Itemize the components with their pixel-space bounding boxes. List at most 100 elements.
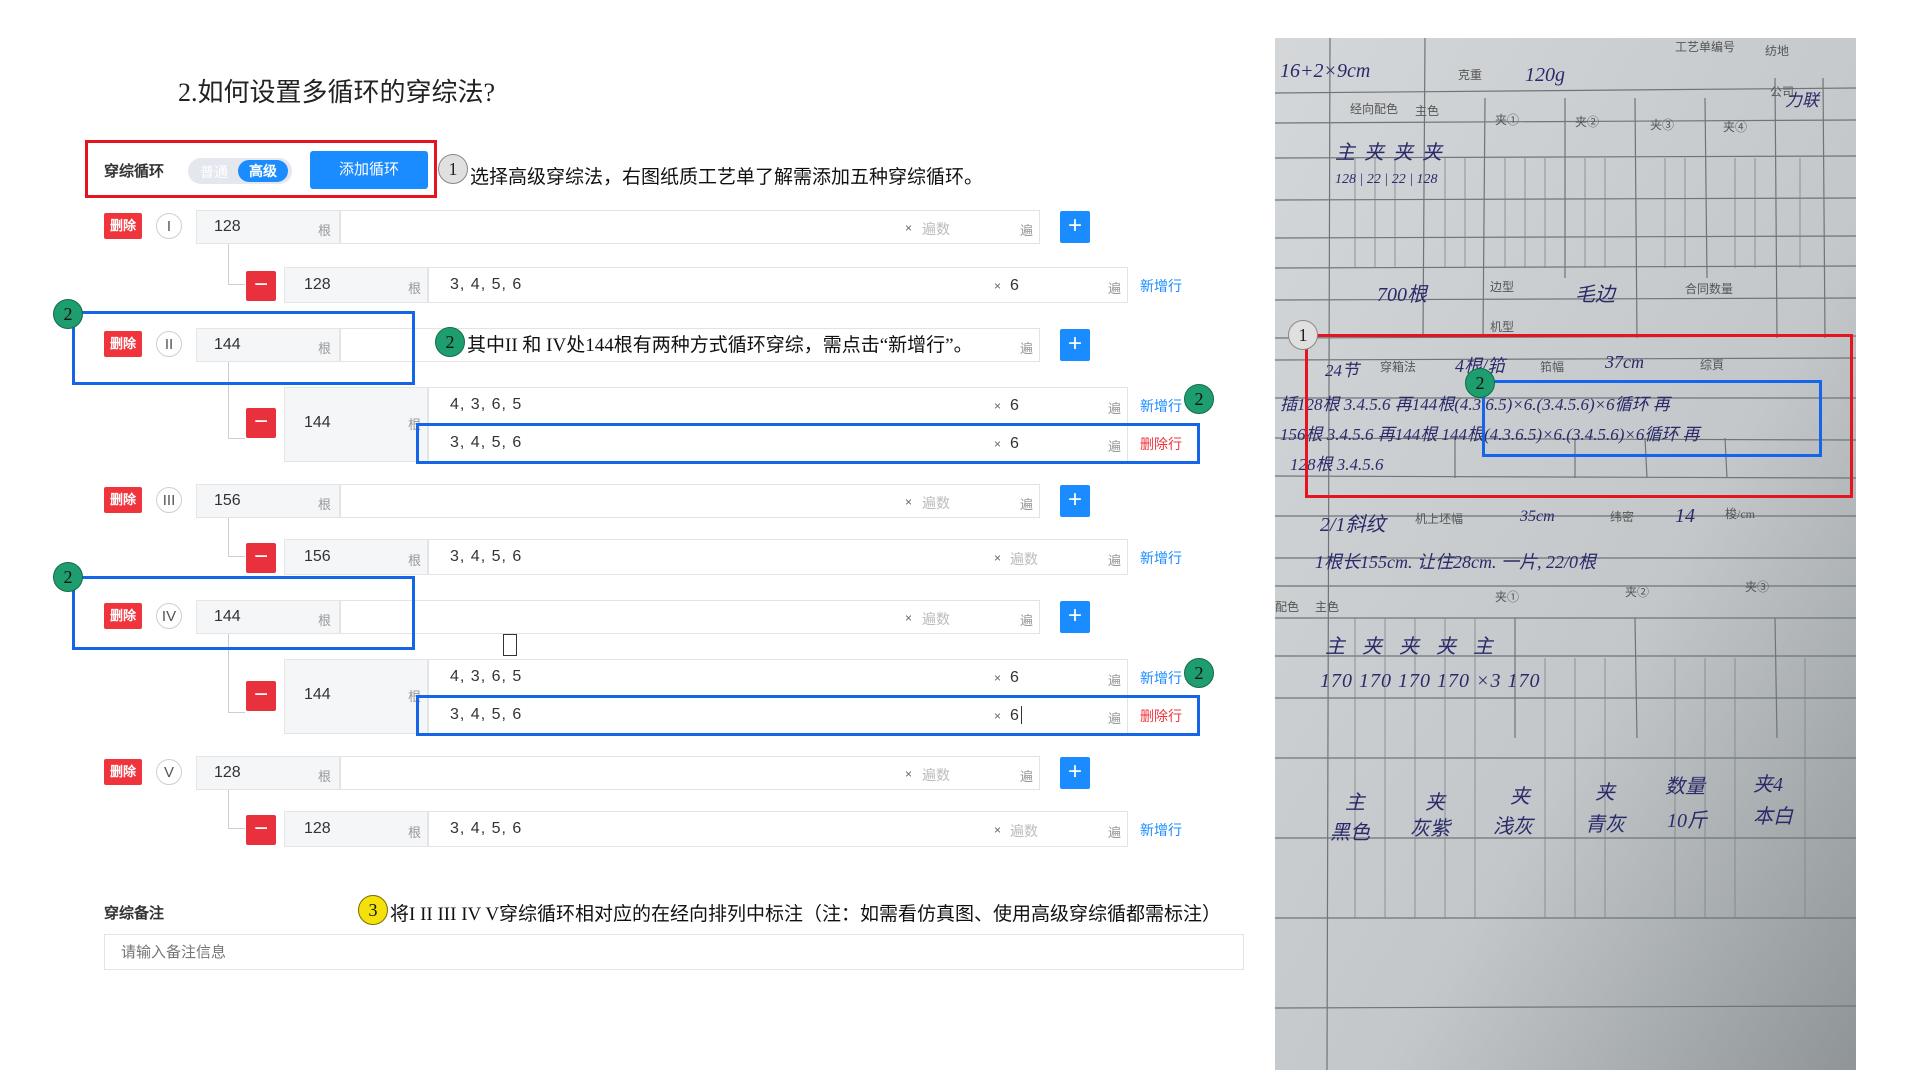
row-times-value: 6 bbox=[1010, 669, 1019, 686]
row-sequence-field[interactable] bbox=[428, 387, 1128, 424]
times-sign: × bbox=[994, 823, 1002, 837]
sheet-printed-label: 纺地 bbox=[1765, 44, 1790, 58]
times-placeholder: 遍数 bbox=[1010, 551, 1038, 567]
sheet-handwriting: 16+2×9cm bbox=[1280, 60, 1371, 82]
sheet-handwriting: 10斤 bbox=[1667, 810, 1707, 832]
add-row-link[interactable]: 新增行 bbox=[1140, 396, 1182, 416]
plus-button[interactable]: + bbox=[1060, 329, 1090, 361]
times-sign: × bbox=[994, 279, 1002, 293]
minus-button[interactable]: − bbox=[246, 681, 276, 711]
step-badge: 3 bbox=[358, 895, 388, 925]
row-count-value: 144 bbox=[304, 686, 331, 703]
times-sign: × bbox=[994, 671, 1002, 685]
step-badge: 2 bbox=[1184, 658, 1214, 688]
minus-button[interactable]: − bbox=[246, 408, 276, 438]
sheet-handwriting: 主 夹 夹 夹 主 bbox=[1325, 636, 1499, 658]
cycle-count-value: 156 bbox=[214, 492, 241, 509]
delete-cycle-button[interactable]: 删除 bbox=[104, 213, 142, 239]
sheet-handwriting: 毛边 bbox=[1575, 284, 1615, 306]
minus-button[interactable]: − bbox=[246, 271, 276, 301]
add-row-link[interactable]: 新增行 bbox=[1140, 548, 1182, 568]
annotation-text: 选择高级穿综法，右图纸质工艺单了解需添加五种穿综循环。 bbox=[470, 167, 984, 188]
sheet-handwriting: 青灰 bbox=[1585, 814, 1625, 836]
step-badge: 1 bbox=[438, 154, 468, 184]
sheet-handwriting: 主 夹 夹 夹 bbox=[1335, 142, 1444, 164]
sheet-printed-label: 夹① bbox=[1495, 113, 1520, 127]
sheet-handwriting: 14 bbox=[1675, 505, 1695, 527]
row-count-value: 128 bbox=[304, 276, 331, 293]
sheet-handwriting: 夹 bbox=[1510, 786, 1530, 808]
step-badge: 2 bbox=[53, 299, 83, 329]
sheet-printed-label: 梭/cm bbox=[1725, 507, 1755, 521]
minus-button[interactable]: − bbox=[246, 543, 276, 573]
unit-label: 遍 bbox=[1108, 401, 1122, 416]
process-sheet-photo: 克重 经向配色 主色 夹① 夹② 夹③ 夹④ 公司 穿箱法 筘幅 综頁 边型 机… bbox=[1275, 38, 1856, 1070]
unit-label: 遍 bbox=[1108, 673, 1122, 688]
annotation-box-blue bbox=[416, 423, 1200, 464]
plus-button[interactable]: + bbox=[1060, 211, 1090, 243]
unit-label: 根 bbox=[318, 769, 332, 784]
cycle-roman-badge: III bbox=[156, 487, 182, 513]
sheet-handwriting: 1根长155cm. 让住28cm. 一片, 22/0根 bbox=[1315, 552, 1596, 572]
sheet-handwriting: 170 170 170 170 ×3 170 bbox=[1320, 670, 1541, 692]
sheet-handwriting: 2/1斜纹 bbox=[1320, 514, 1386, 536]
sheet-handwriting: 120g bbox=[1525, 64, 1565, 86]
plus-button[interactable]: + bbox=[1060, 601, 1090, 633]
sheet-handwriting: 黑色 bbox=[1330, 822, 1370, 844]
sheet-printed-label: 夹③ bbox=[1745, 580, 1770, 594]
sheet-handwriting: 夹 bbox=[1595, 782, 1615, 804]
sheet-printed-label: 机型 bbox=[1490, 320, 1515, 334]
sheet-printed-label: 夹② bbox=[1575, 115, 1600, 129]
unit-label: 遍 bbox=[1020, 613, 1034, 628]
annotation-box-blue bbox=[416, 695, 1200, 736]
sheet-handwriting: 数量 bbox=[1665, 776, 1705, 798]
minus-button[interactable]: − bbox=[246, 815, 276, 845]
row-times-value: 6 bbox=[1010, 397, 1019, 414]
sheet-printed-label: 机上坯幅 bbox=[1415, 512, 1464, 526]
cycle-count-value: 128 bbox=[214, 218, 241, 235]
step-badge: 2 bbox=[435, 327, 465, 357]
times-placeholder: 遍数 bbox=[922, 495, 950, 511]
sheet-printed-label: 配色 bbox=[1275, 600, 1300, 614]
plus-button[interactable]: + bbox=[1060, 485, 1090, 517]
sheet-printed-label: 工艺单编号 bbox=[1675, 40, 1736, 54]
add-row-link[interactable]: 新增行 bbox=[1140, 820, 1182, 840]
remark-input[interactable] bbox=[104, 934, 1244, 970]
add-row-link[interactable]: 新增行 bbox=[1140, 276, 1182, 296]
unit-label: 遍 bbox=[1020, 497, 1034, 512]
row-count-value: 128 bbox=[304, 820, 331, 837]
sheet-handwriting: 夹4 bbox=[1753, 774, 1783, 796]
unit-label: 根 bbox=[408, 825, 422, 840]
sheet-printed-label: 夹④ bbox=[1723, 120, 1748, 134]
delete-cycle-button[interactable]: 删除 bbox=[104, 759, 142, 785]
sheet-printed-label: 边型 bbox=[1490, 280, 1515, 294]
unit-label: 根 bbox=[408, 281, 422, 296]
sheet-printed-label: 克重 bbox=[1458, 68, 1483, 82]
page-heading: 2.如何设置多循环的穿综法? bbox=[178, 78, 496, 107]
times-placeholder: 遍数 bbox=[922, 221, 950, 237]
times-sign: × bbox=[905, 767, 913, 781]
delete-cycle-button[interactable]: 删除 bbox=[104, 487, 142, 513]
plus-button[interactable]: + bbox=[1060, 757, 1090, 789]
remark-label: 穿综备注 bbox=[104, 905, 165, 922]
unit-label: 遍 bbox=[1108, 281, 1122, 296]
annotation-text: 将I II III IV V穿综循环相对应的在经向排列中标注（注：如需看仿真图、… bbox=[390, 904, 1222, 925]
sheet-printed-label: 主色 bbox=[1415, 104, 1440, 118]
sheet-printed-label: 经向配色 bbox=[1350, 102, 1399, 116]
times-placeholder: 遍数 bbox=[1010, 823, 1038, 839]
sheet-printed-label: 夹① bbox=[1495, 590, 1520, 604]
tree-connector bbox=[228, 244, 245, 285]
text-cursor bbox=[503, 634, 517, 656]
sheet-printed-label: 夹② bbox=[1625, 585, 1650, 599]
row-sequence-field[interactable] bbox=[428, 267, 1128, 303]
row-count-value: 144 bbox=[304, 414, 331, 431]
row-sequence-field[interactable] bbox=[428, 659, 1128, 696]
row-count-value: 156 bbox=[304, 548, 331, 565]
step-badge: 2 bbox=[1184, 384, 1214, 414]
add-row-link[interactable]: 新增行 bbox=[1140, 668, 1182, 688]
times-placeholder: 遍数 bbox=[922, 767, 950, 783]
step-badge: 1 bbox=[1288, 320, 1318, 350]
times-sign: × bbox=[905, 221, 913, 235]
sheet-printed-label: 夹③ bbox=[1650, 118, 1675, 132]
row-sequence-value: 4, 3, 6, 5 bbox=[450, 668, 523, 685]
